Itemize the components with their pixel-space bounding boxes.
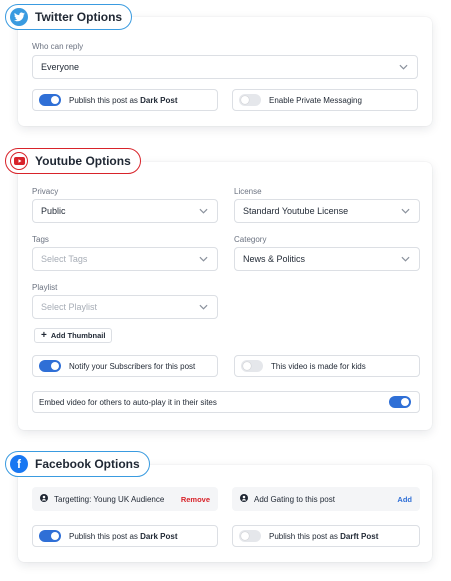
- chevron-down-icon: [401, 208, 410, 214]
- youtube-play-icon: [10, 152, 28, 170]
- youtube-options-header: Youtube Options: [5, 148, 141, 174]
- license-label: License: [234, 187, 262, 196]
- remove-targeting-button[interactable]: Remove: [181, 495, 210, 504]
- category-value: News & Politics: [243, 254, 306, 264]
- who-can-reply-select[interactable]: Everyone: [32, 55, 418, 79]
- playlist-label: Playlist: [32, 283, 58, 292]
- gating-label: Add Gating to this post: [254, 494, 335, 504]
- twitter-options-header: Twitter Options: [5, 4, 133, 30]
- embed-video-label: Embed video for others to auto-play it i…: [39, 397, 217, 407]
- license-value: Standard Youtube License: [243, 206, 349, 216]
- playlist-select[interactable]: Select Playlist: [32, 295, 218, 319]
- made-for-kids-label: This video is made for kids: [271, 361, 366, 371]
- facebook-f-icon: f: [10, 455, 28, 473]
- twitter-dark-post-toggle[interactable]: [39, 94, 61, 106]
- gating-row: Add Gating to this post Add: [232, 487, 420, 511]
- add-gating-button[interactable]: Add: [397, 495, 412, 504]
- tags-select[interactable]: Select Tags: [32, 247, 218, 271]
- tags-label: Tags: [32, 235, 49, 244]
- twitter-bird-icon: [10, 8, 28, 26]
- category-select[interactable]: News & Politics: [234, 247, 420, 271]
- youtube-options-title: Youtube Options: [35, 154, 131, 168]
- person-icon: [240, 494, 248, 504]
- private-messaging-toggle[interactable]: [239, 94, 261, 106]
- who-can-reply-value: Everyone: [41, 62, 80, 72]
- facebook-options-card: [18, 465, 432, 562]
- chevron-down-icon: [399, 64, 408, 70]
- playlist-placeholder: Select Playlist: [41, 302, 98, 312]
- notify-subscribers-label: Notify your Subscribers for this post: [69, 361, 196, 371]
- facebook-darft-post-label: Publish this post as Darft Post: [269, 531, 379, 541]
- privacy-value: Public: [41, 206, 66, 216]
- chevron-down-icon: [401, 256, 410, 262]
- license-select[interactable]: Standard Youtube License: [234, 199, 420, 223]
- twitter-dark-post-label: Publish this post as Dark Post: [69, 95, 178, 105]
- embed-video-toggle[interactable]: [389, 396, 411, 408]
- facebook-dark-post-toggle-row[interactable]: Publish this post as Dark Post: [32, 525, 218, 547]
- facebook-darft-post-toggle-row[interactable]: Publish this post as Darft Post: [232, 525, 420, 547]
- made-for-kids-toggle[interactable]: [241, 360, 263, 372]
- who-can-reply-label: Who can reply: [32, 42, 84, 51]
- privacy-select[interactable]: Public: [32, 199, 218, 223]
- twitter-options-title: Twitter Options: [35, 10, 123, 24]
- targeting-row: Targetting: Young UK Audience Remove: [32, 487, 218, 511]
- add-thumbnail-button[interactable]: + Add Thumbnail: [34, 328, 113, 343]
- private-messaging-label: Enable Private Messaging: [269, 95, 362, 105]
- notify-subscribers-toggle-row[interactable]: Notify your Subscribers for this post: [32, 355, 218, 377]
- category-label: Category: [234, 235, 267, 244]
- privacy-label: Privacy: [32, 187, 59, 196]
- targeting-label: Targetting: Young UK Audience: [54, 494, 165, 504]
- person-icon: [40, 494, 48, 504]
- tags-placeholder: Select Tags: [41, 254, 88, 264]
- chevron-down-icon: [199, 208, 208, 214]
- notify-subscribers-toggle[interactable]: [39, 360, 61, 372]
- chevron-down-icon: [199, 304, 208, 310]
- private-messaging-toggle-row[interactable]: Enable Private Messaging: [232, 89, 418, 111]
- facebook-options-title: Facebook Options: [35, 457, 140, 471]
- facebook-dark-post-label: Publish this post as Dark Post: [69, 531, 178, 541]
- made-for-kids-toggle-row[interactable]: This video is made for kids: [234, 355, 420, 377]
- add-thumbnail-label: Add Thumbnail: [50, 331, 106, 340]
- plus-icon: +: [41, 329, 47, 341]
- twitter-dark-post-toggle-row[interactable]: Publish this post as Dark Post: [32, 89, 218, 111]
- chevron-down-icon: [199, 256, 208, 262]
- embed-video-toggle-row[interactable]: Embed video for others to auto-play it i…: [32, 391, 420, 413]
- facebook-options-header: f Facebook Options: [5, 451, 150, 477]
- facebook-darft-post-toggle[interactable]: [239, 530, 261, 542]
- facebook-dark-post-toggle[interactable]: [39, 530, 61, 542]
